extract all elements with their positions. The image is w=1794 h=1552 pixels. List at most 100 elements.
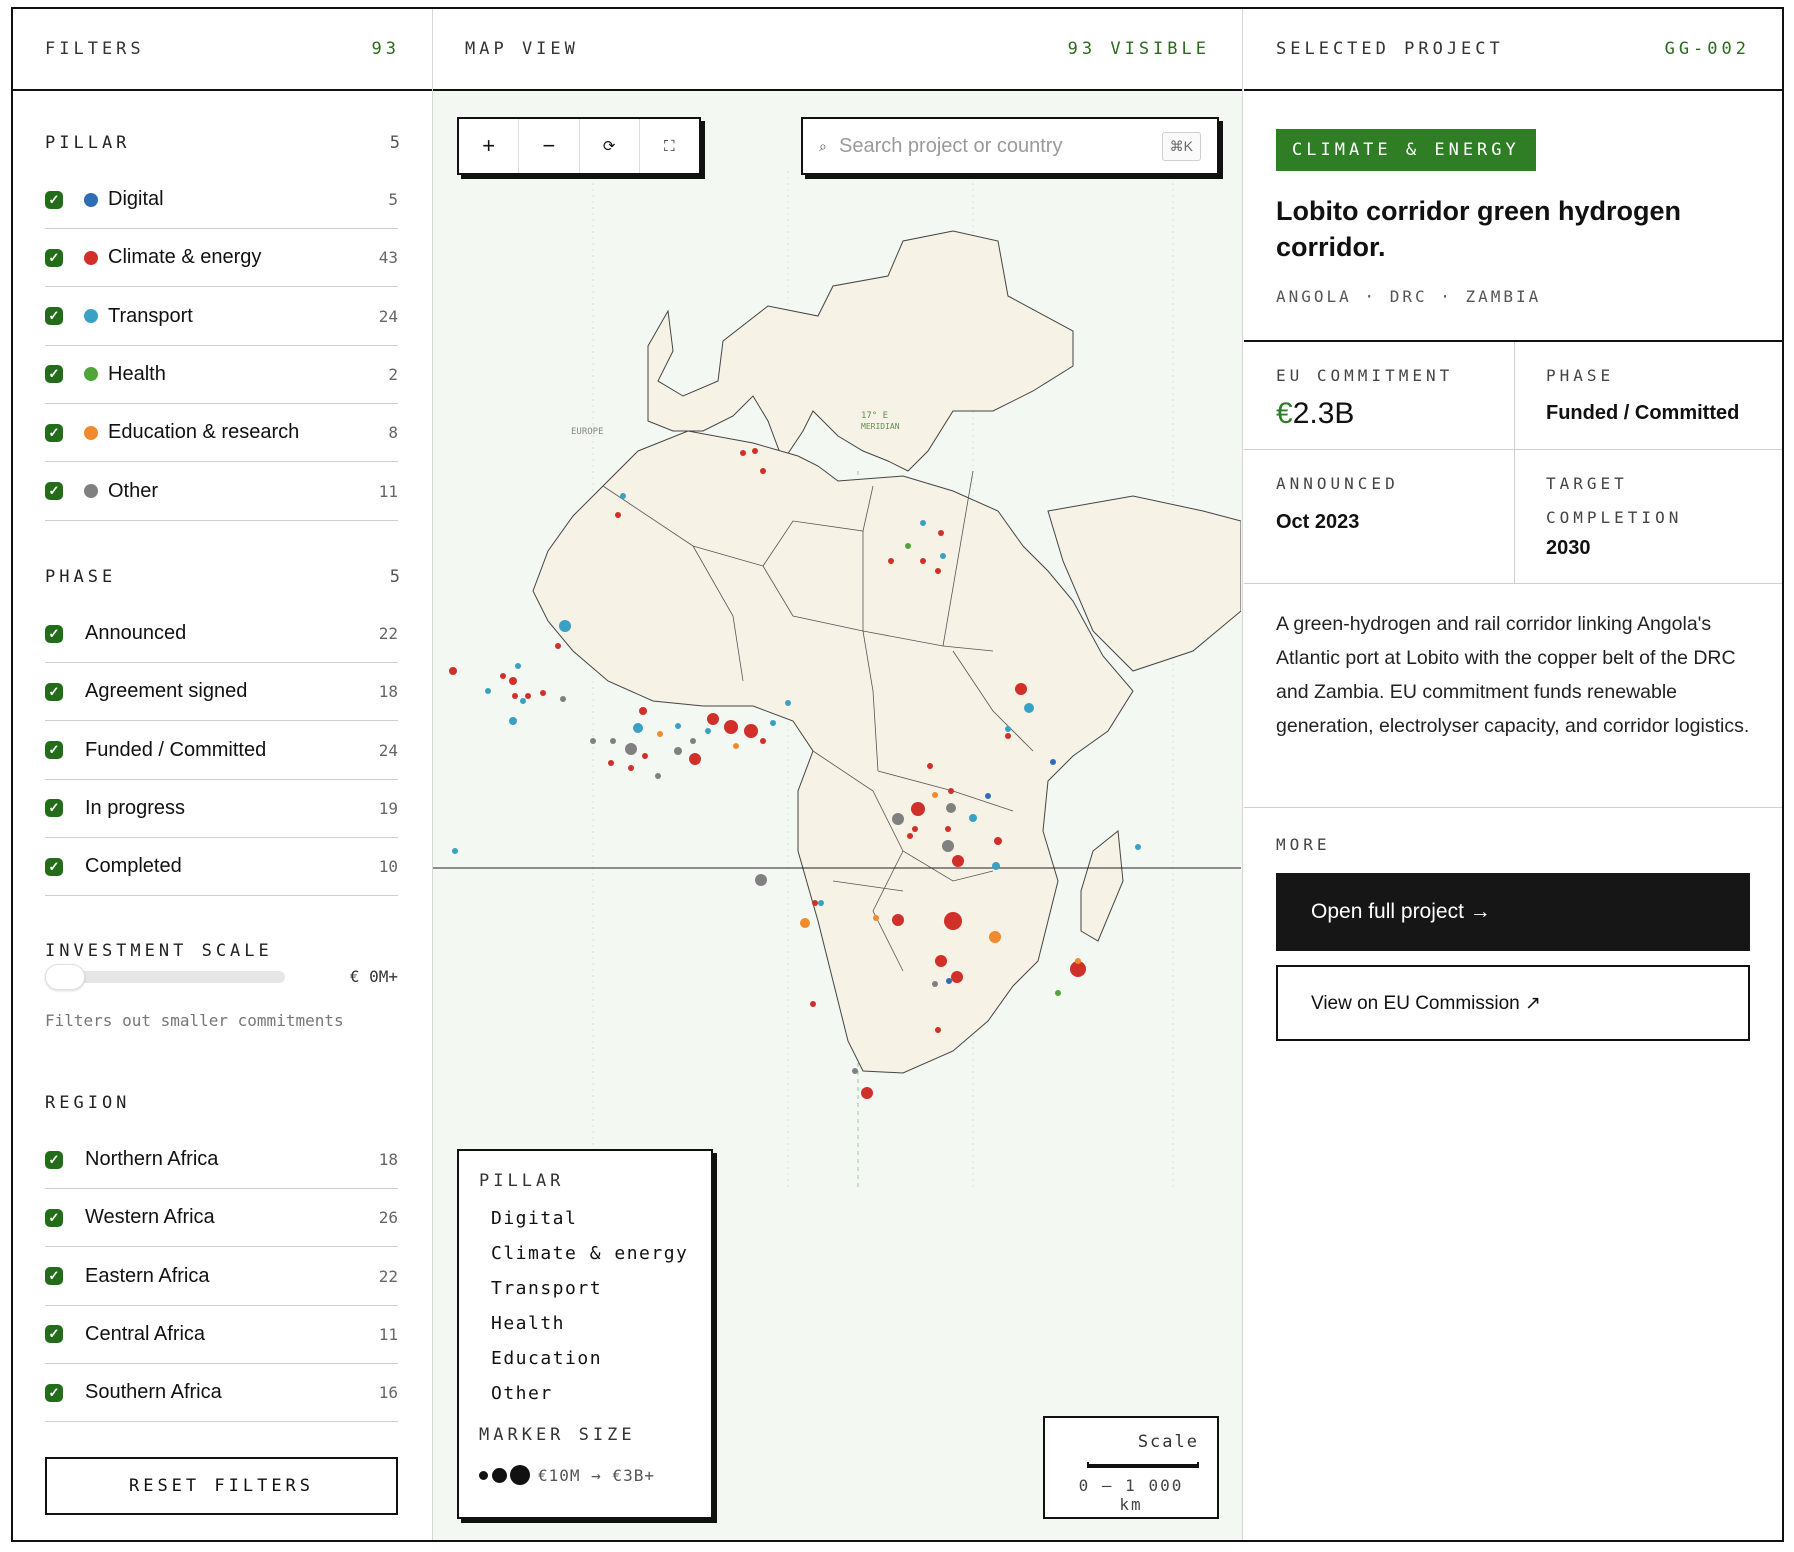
project-marker[interactable] xyxy=(945,826,951,832)
checkbox-checked-icon[interactable]: ✓ xyxy=(45,799,63,818)
pillar-filter-row[interactable]: ✓ Digital 5 xyxy=(45,171,398,229)
project-marker[interactable] xyxy=(1005,726,1011,732)
region-filter-row[interactable]: ✓ Western Africa 26 xyxy=(45,1189,398,1248)
project-marker[interactable] xyxy=(515,663,521,669)
project-marker[interactable] xyxy=(905,543,911,549)
project-marker[interactable] xyxy=(705,728,711,734)
project-marker[interactable] xyxy=(512,693,518,699)
project-marker[interactable] xyxy=(559,620,571,632)
project-marker[interactable] xyxy=(944,912,962,930)
project-marker[interactable] xyxy=(948,788,954,794)
project-marker[interactable] xyxy=(892,914,904,926)
project-marker[interactable] xyxy=(610,738,616,744)
checkbox-checked-icon[interactable]: ✓ xyxy=(45,190,63,209)
project-marker[interactable] xyxy=(920,558,926,564)
project-marker[interactable] xyxy=(994,837,1002,845)
project-marker[interactable] xyxy=(540,690,546,696)
project-marker[interactable] xyxy=(615,512,621,518)
region-filter-row[interactable]: ✓ Northern Africa 18 xyxy=(45,1131,398,1189)
project-marker[interactable] xyxy=(989,931,1001,943)
checkbox-checked-icon[interactable]: ✓ xyxy=(45,482,63,500)
project-marker[interactable] xyxy=(1055,990,1061,996)
view-on-eu-commission-link[interactable]: View on EU Commission ↗ xyxy=(1276,965,1750,1041)
project-marker[interactable] xyxy=(674,747,682,755)
checkbox-checked-icon[interactable]: ✓ xyxy=(45,624,63,643)
project-marker[interactable] xyxy=(942,840,954,852)
phase-filter-row[interactable]: ✓ Announced 22 xyxy=(45,605,398,663)
project-marker[interactable] xyxy=(1005,733,1011,739)
checkbox-checked-icon[interactable]: ✓ xyxy=(45,307,63,326)
checkbox-checked-icon[interactable]: ✓ xyxy=(45,365,63,384)
project-marker[interactable] xyxy=(1135,844,1141,850)
project-marker[interactable] xyxy=(520,698,526,704)
project-marker[interactable] xyxy=(675,723,681,729)
project-marker[interactable] xyxy=(744,724,758,738)
project-marker[interactable] xyxy=(770,720,776,726)
project-marker[interactable] xyxy=(608,760,614,766)
project-marker[interactable] xyxy=(733,743,739,749)
project-marker[interactable] xyxy=(852,1068,858,1074)
project-marker[interactable] xyxy=(920,520,926,526)
pillar-filter-row[interactable]: ✓ Health 2 xyxy=(45,346,398,404)
fullscreen-icon[interactable]: ⛶ xyxy=(640,119,699,173)
pillar-filter-row[interactable]: ✓ Other 11 xyxy=(45,463,398,521)
project-marker[interactable] xyxy=(818,900,824,906)
project-marker[interactable] xyxy=(861,1087,873,1099)
checkbox-checked-icon[interactable]: ✓ xyxy=(45,1383,63,1402)
region-filter-row[interactable]: ✓ Central Africa 11 xyxy=(45,1306,398,1364)
project-marker[interactable] xyxy=(985,793,991,799)
project-marker[interactable] xyxy=(873,915,879,921)
pillar-filter-row[interactable]: ✓ Climate & energy 43 xyxy=(45,229,398,288)
project-marker[interactable] xyxy=(452,848,458,854)
pillar-filter-row[interactable]: ✓ Education & research 8 xyxy=(45,404,398,463)
project-marker[interactable] xyxy=(633,723,643,733)
project-marker[interactable] xyxy=(639,707,647,715)
phase-filter-row[interactable]: ✓ Completed 10 xyxy=(45,838,398,897)
project-marker[interactable] xyxy=(812,900,818,906)
project-marker[interactable] xyxy=(509,677,517,685)
checkbox-checked-icon[interactable]: ✓ xyxy=(45,857,63,876)
project-marker[interactable] xyxy=(912,826,918,832)
project-marker[interactable] xyxy=(760,468,766,474)
project-marker[interactable] xyxy=(509,717,517,725)
phase-filter-row[interactable]: ✓ In progress 19 xyxy=(45,780,398,838)
reset-view-icon[interactable]: ⟳ xyxy=(580,119,640,173)
project-marker[interactable] xyxy=(927,763,933,769)
project-marker[interactable] xyxy=(1075,958,1081,964)
project-marker[interactable] xyxy=(707,713,719,725)
project-marker[interactable] xyxy=(555,643,561,649)
phase-filter-row[interactable]: ✓ Funded / Committed 24 xyxy=(45,722,398,780)
checkbox-checked-icon[interactable]: ✓ xyxy=(45,248,63,267)
checkbox-checked-icon[interactable]: ✓ xyxy=(45,682,63,701)
project-marker[interactable] xyxy=(992,862,1000,870)
project-marker[interactable] xyxy=(800,918,810,928)
checkbox-checked-icon[interactable]: ✓ xyxy=(45,1150,63,1169)
project-marker[interactable] xyxy=(932,981,938,987)
investment-slider[interactable] xyxy=(45,964,285,990)
region-filter-row[interactable]: ✓ Southern Africa 16 xyxy=(45,1364,398,1423)
search-input[interactable] xyxy=(839,134,1162,158)
project-marker[interactable] xyxy=(1050,759,1056,765)
project-marker[interactable] xyxy=(689,753,701,765)
project-marker[interactable] xyxy=(620,493,626,499)
checkbox-checked-icon[interactable]: ✓ xyxy=(45,741,63,760)
project-marker[interactable] xyxy=(657,731,663,737)
project-marker[interactable] xyxy=(724,720,738,734)
investment-slider-thumb[interactable] xyxy=(45,964,85,990)
project-marker[interactable] xyxy=(938,530,944,536)
project-marker[interactable] xyxy=(500,673,506,679)
project-marker[interactable] xyxy=(655,773,661,779)
phase-filter-row[interactable]: ✓ Agreement signed 18 xyxy=(45,663,398,722)
project-marker[interactable] xyxy=(952,855,964,867)
pillar-filter-row[interactable]: ✓ Transport 24 xyxy=(45,288,398,346)
project-marker[interactable] xyxy=(590,738,596,744)
project-marker[interactable] xyxy=(946,803,956,813)
project-marker[interactable] xyxy=(810,1001,816,1007)
project-marker[interactable] xyxy=(932,792,938,798)
checkbox-checked-icon[interactable]: ✓ xyxy=(45,1267,63,1286)
project-marker[interactable] xyxy=(642,753,648,759)
project-marker[interactable] xyxy=(628,765,634,771)
project-marker[interactable] xyxy=(560,696,566,702)
project-marker[interactable] xyxy=(485,688,491,694)
project-marker[interactable] xyxy=(892,813,904,825)
